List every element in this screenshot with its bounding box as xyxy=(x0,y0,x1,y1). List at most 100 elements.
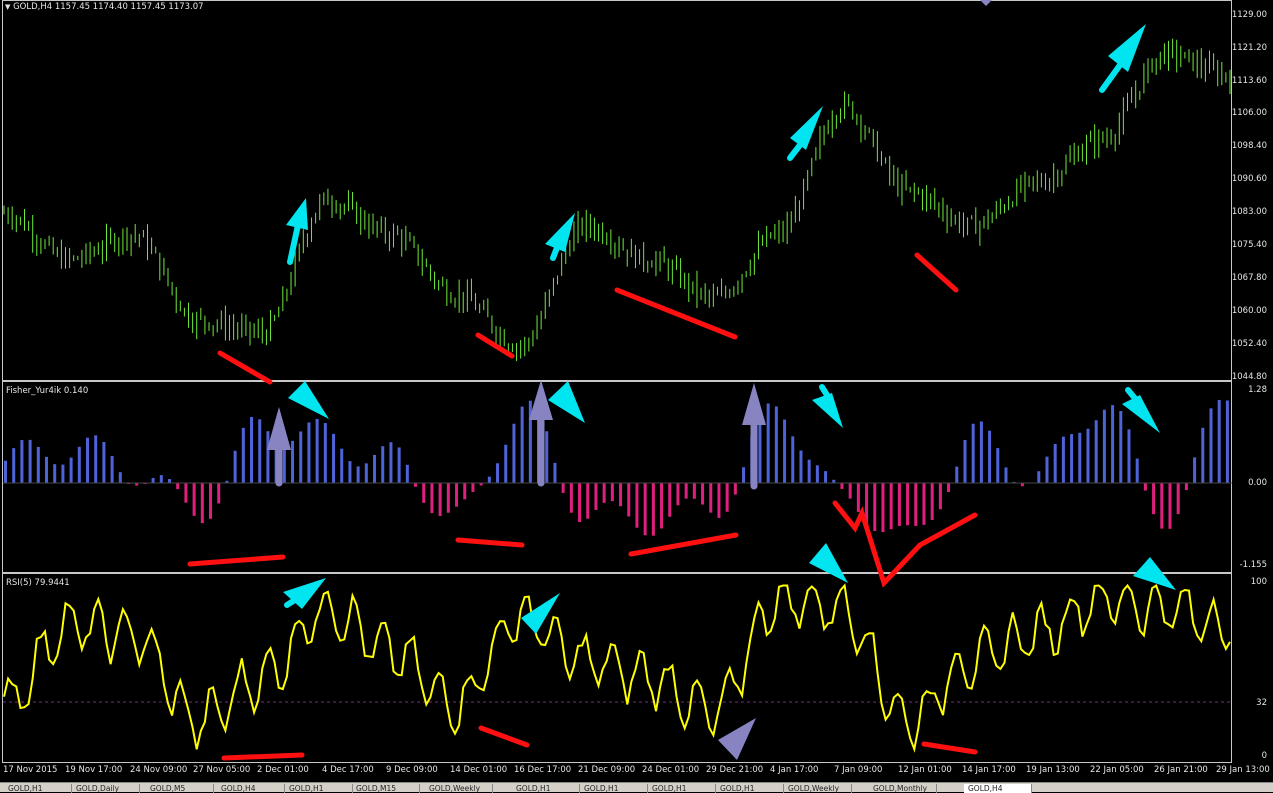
time-label: 9 Dec 09:00 xyxy=(386,765,438,775)
time-label: 7 Jan 09:00 xyxy=(834,765,883,775)
fisher-bar xyxy=(1004,467,1008,483)
fisher-bar xyxy=(348,461,352,483)
chart-menu-icon[interactable]: ▼ xyxy=(5,3,10,11)
time-label: 22 Jan 05:00 xyxy=(1090,765,1144,775)
fisher-bar xyxy=(586,483,590,519)
fisher-bar xyxy=(955,466,959,483)
divergence-line xyxy=(455,537,525,548)
fisher-bar xyxy=(110,456,114,483)
time-label: 2 Dec 01:00 xyxy=(257,765,309,775)
fisher-bar xyxy=(569,483,573,513)
fisher-bar xyxy=(1045,456,1049,483)
time-label: 24 Dec 01:00 xyxy=(642,765,700,775)
fisher-scale-zero: 0.00 xyxy=(1248,478,1267,488)
divergence-line xyxy=(475,332,515,359)
down-arrow-icon xyxy=(288,381,329,419)
fisher-bar xyxy=(881,483,885,533)
fisher-bar xyxy=(824,471,828,483)
divergence-line xyxy=(914,252,959,293)
divergence-line xyxy=(478,725,530,748)
up-arrow-icon xyxy=(286,198,308,265)
mt4-chart-window: ▼ GOLD,H4 1157.45 1174.40 1157.45 1173.0… xyxy=(0,0,1273,793)
fisher-bar xyxy=(364,463,368,483)
fisher-bar xyxy=(340,448,344,483)
time-label: 14 Dec 01:00 xyxy=(450,765,508,775)
fisher-bar xyxy=(389,442,393,483)
fisher-bar xyxy=(561,483,565,493)
price-tick: 1121.20 xyxy=(1231,43,1267,53)
fisher-bar xyxy=(241,427,245,483)
fisher-bar xyxy=(938,483,942,510)
fisher-bar xyxy=(471,483,475,492)
fisher-bar xyxy=(947,483,951,492)
fisher-bar xyxy=(856,483,860,512)
fisher-bar xyxy=(20,440,24,483)
rsi-scale-top: 100 xyxy=(1250,577,1267,587)
fisher-bar xyxy=(250,416,254,483)
up-arrow-icon xyxy=(283,578,326,609)
fisher-bar xyxy=(930,483,934,520)
fisher-bar xyxy=(1209,408,1213,483)
divergence-line xyxy=(921,741,978,755)
fisher-bar xyxy=(1193,457,1197,483)
fisher-bar xyxy=(988,430,992,483)
fisher-bar xyxy=(69,457,73,483)
fisher-bar xyxy=(897,483,901,526)
fisher-bar xyxy=(1143,483,1147,491)
divergence-line xyxy=(628,532,739,557)
fisher-bar xyxy=(463,483,467,500)
fisher-bar xyxy=(684,483,688,499)
fisher-bar xyxy=(627,483,631,517)
fisher-bar xyxy=(77,446,81,483)
down-arrow-icon xyxy=(980,0,992,6)
fisher-bar xyxy=(1201,427,1205,483)
fisher-bar xyxy=(766,403,770,483)
time-label: 24 Nov 09:00 xyxy=(130,765,188,775)
up-arrow-icon xyxy=(267,407,291,487)
fisher-bar xyxy=(594,483,598,510)
price-tick: 1090.60 xyxy=(1231,174,1267,184)
fisher-bar xyxy=(610,483,614,502)
fisher-bar xyxy=(914,483,918,526)
fisher-bar xyxy=(438,483,442,516)
fisher-bar xyxy=(94,435,98,483)
time-label: 19 Nov 17:00 xyxy=(65,765,123,775)
price-tick: 1044.80 xyxy=(1231,372,1267,382)
fisher-bar xyxy=(487,476,491,483)
down-arrow-icon xyxy=(718,718,756,760)
fisher-bar xyxy=(36,446,40,483)
fisher-bar xyxy=(1070,434,1074,483)
fisher-bar xyxy=(906,483,910,526)
fisher-bar xyxy=(1127,429,1131,483)
fisher-bar xyxy=(783,419,787,483)
fisher-bar xyxy=(381,446,385,483)
fisher-bar xyxy=(151,477,155,483)
fisher-bar xyxy=(1184,483,1188,491)
fisher-bar xyxy=(1119,411,1123,483)
down-arrow-icon xyxy=(812,384,843,428)
fisher-bar xyxy=(356,466,360,483)
fisher-bar xyxy=(282,445,286,483)
time-label: 14 Jan 17:00 xyxy=(962,765,1016,775)
fisher-bar xyxy=(840,483,844,489)
price-tick: 1129.00 xyxy=(1231,10,1267,20)
fisher-bar xyxy=(742,467,746,483)
rsi-pane-title: RSI(5) 79.9441 xyxy=(6,578,70,588)
fisher-scale-top: 1.28 xyxy=(1248,385,1267,395)
fisher-bar xyxy=(1176,483,1180,515)
fisher-bar xyxy=(291,440,295,483)
fisher-bar xyxy=(807,459,811,483)
price-tick: 1075.40 xyxy=(1231,240,1267,250)
fisher-bar xyxy=(791,436,795,483)
fisher-bar xyxy=(266,431,270,483)
fisher-bar xyxy=(709,483,713,513)
fisher-bar xyxy=(660,483,664,529)
fisher-bar xyxy=(422,483,426,503)
up-arrow-icon xyxy=(742,383,766,490)
fisher-bar xyxy=(520,406,524,483)
fisher-bar xyxy=(168,479,172,483)
fisher-bar xyxy=(430,483,434,514)
fisher-bar xyxy=(717,483,721,518)
fisher-bar xyxy=(496,463,500,483)
fisher-bar xyxy=(118,472,122,483)
